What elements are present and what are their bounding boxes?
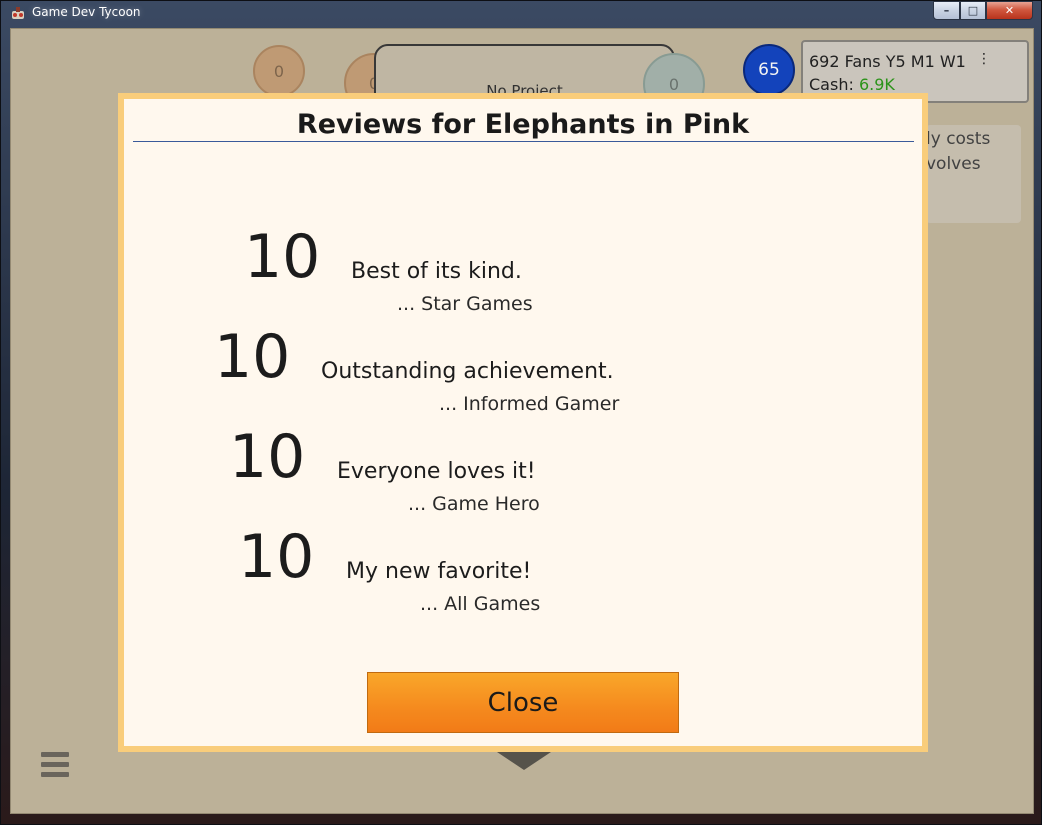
dialog-title: Reviews for Elephants in Pink (296, 109, 750, 140)
reviews-dialog: Reviews for Elephants in Pink 10 Best of… (118, 93, 928, 752)
review-source: ... Star Games (397, 293, 533, 315)
app-window: Game Dev Tycoon – □ ✕ 0 0 No Project 0 6… (0, 0, 1042, 825)
review-source: ... Game Hero (408, 493, 540, 515)
review-source: ... All Games (420, 593, 541, 615)
window-title: Game Dev Tycoon (32, 5, 141, 19)
review-quote: Outstanding achievement. (321, 359, 614, 384)
review-source: ... Informed Gamer (439, 393, 620, 415)
title-divider (133, 141, 914, 142)
review-quote: Best of its kind. (351, 259, 522, 284)
window-controls: – □ ✕ (933, 1, 1033, 20)
maximize-button[interactable]: □ (960, 1, 986, 20)
review-score: 10 (229, 422, 306, 492)
game-dev-tycoon-icon (12, 7, 24, 19)
review-score: 10 (244, 222, 321, 292)
title-bar: Game Dev Tycoon – □ ✕ (1, 1, 1041, 25)
review-score: 10 (214, 322, 291, 392)
minimize-button[interactable]: – (933, 1, 960, 20)
review-score: 10 (238, 522, 315, 592)
close-window-button[interactable]: ✕ (986, 1, 1033, 20)
review-quote: My new favorite! (346, 559, 532, 584)
review-quote: Everyone loves it! (337, 459, 536, 484)
close-button[interactable]: Close (367, 672, 679, 733)
